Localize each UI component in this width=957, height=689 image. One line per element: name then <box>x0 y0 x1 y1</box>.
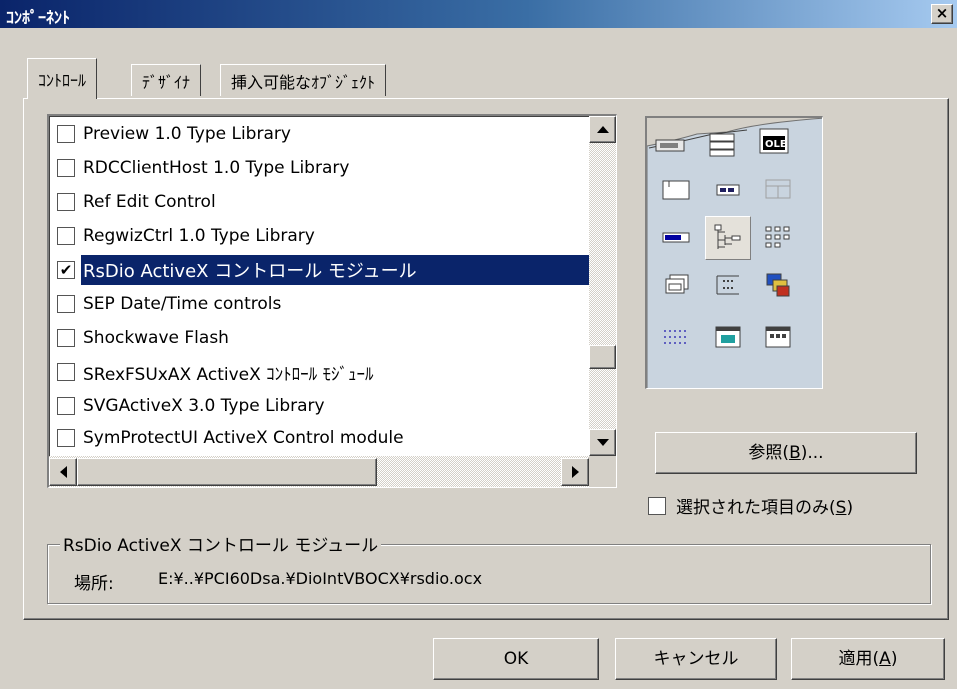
apply-accesskey: A <box>879 649 891 669</box>
apply-label-suffix: ) <box>890 649 898 669</box>
ok-button[interactable]: OK <box>433 638 599 680</box>
cancel-button[interactable]: キャンセル <box>615 638 777 680</box>
close-button[interactable]: × <box>931 4 953 24</box>
tab-label: ﾃﾞｻﾞｲﾅ <box>142 73 191 92</box>
apply-button[interactable]: 適用(A) <box>791 638 945 680</box>
tab-panel <box>23 98 949 620</box>
title-bar: ｺﾝﾎﾟｰﾈﾝﾄ × <box>0 0 957 28</box>
tab-controls[interactable]: ｺﾝﾄﾛｰﾙ <box>27 58 98 99</box>
window-title: ｺﾝﾎﾟｰﾈﾝﾄ <box>6 8 71 27</box>
tab-label: 挿入可能なｵﾌﾞｼﾞｪｸﾄ <box>231 73 376 92</box>
tab-designers[interactable]: ﾃﾞｻﾞｲﾅ <box>131 64 202 96</box>
tab-insertable-objects[interactable]: 挿入可能なｵﾌﾞｼﾞｪｸﾄ <box>220 64 387 96</box>
tab-label: ｺﾝﾄﾛｰﾙ <box>38 71 87 90</box>
apply-label: 適用( <box>838 649 880 669</box>
